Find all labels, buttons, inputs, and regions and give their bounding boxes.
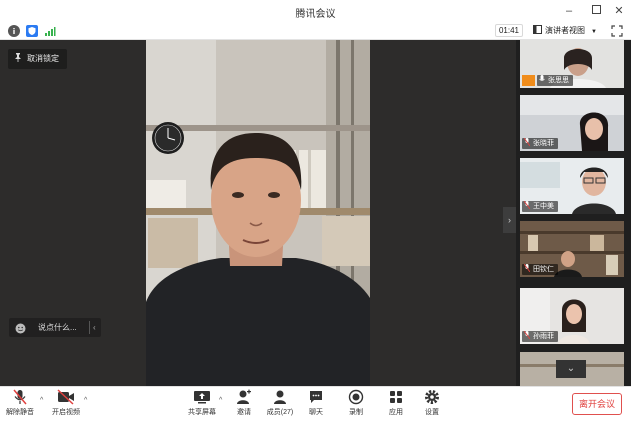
- chat-button[interactable]: 聊天: [296, 389, 336, 420]
- participant-tile[interactable]: 孙雨菲: [520, 288, 624, 344]
- view-mode-selector[interactable]: 演讲者视图 ▼: [533, 24, 603, 37]
- members-icon: [260, 389, 300, 405]
- network-signal-icon[interactable]: [44, 25, 56, 37]
- start-video-button[interactable]: 开启视频: [46, 389, 86, 420]
- microphone-muted-icon: [0, 389, 40, 405]
- add-user-icon: [224, 389, 264, 405]
- settings-button[interactable]: 设置: [412, 389, 452, 420]
- chevron-down-icon: ▼: [591, 29, 597, 35]
- close-icon[interactable]: ✕: [611, 3, 627, 19]
- layout-icon: [533, 25, 542, 34]
- scroll-down-button[interactable]: ⌄: [556, 360, 586, 378]
- camera-off-icon: [46, 389, 86, 405]
- participant-name-tag: 孙雨菲: [522, 330, 558, 342]
- apps-label: 应用: [389, 409, 403, 416]
- video-options-chevron-icon[interactable]: ^: [84, 397, 87, 404]
- title-bar: 腾讯会议 – ✕: [0, 0, 631, 22]
- participant-name-tag: 张思思: [537, 75, 573, 86]
- record-label: 录制: [349, 409, 363, 416]
- invite-button[interactable]: 邀请: [224, 389, 264, 420]
- meeting-info-bar: 01:41 演讲者视图 ▼: [0, 22, 631, 40]
- minimize-icon[interactable]: –: [561, 3, 577, 19]
- members-button[interactable]: 成员(27): [260, 389, 300, 420]
- gear-icon: [412, 389, 452, 405]
- share-screen-label: 共享屏幕: [188, 409, 216, 416]
- participant-tile[interactable]: 田钦仁: [520, 221, 624, 277]
- share-screen-icon: [182, 389, 222, 405]
- participant-name: 田钦仁: [533, 266, 554, 273]
- microphone-muted-icon: [523, 200, 531, 210]
- participant-tile[interactable]: 张晓菲: [520, 95, 624, 151]
- microphone-muted-icon: [523, 137, 531, 147]
- participant-tile[interactable]: 王中美: [520, 158, 624, 214]
- microphone-muted-icon: [523, 263, 531, 273]
- meeting-timer: 01:41: [495, 24, 523, 37]
- leave-meeting-button[interactable]: 离开会议: [572, 393, 622, 415]
- chevron-right-icon: ›: [508, 215, 511, 225]
- host-badge-icon: [522, 75, 535, 86]
- collapse-sidebar-button[interactable]: ›: [503, 207, 516, 233]
- record-icon: [336, 389, 376, 405]
- invite-label: 邀请: [237, 409, 251, 416]
- unmute-label: 解除静音: [6, 409, 34, 416]
- unpin-label: 取消锁定: [27, 54, 59, 63]
- pin-icon: [15, 53, 21, 62]
- info-icon[interactable]: [8, 25, 20, 37]
- meeting-toolbar: 解除静音 ^ 开启视频 ^ 共享屏幕 ^ 邀请 成员(27) 聊天 录制 应用 …: [0, 386, 631, 421]
- participant-name-tag: 张晓菲: [522, 137, 558, 149]
- participant-tile[interactable]: 张思思: [520, 40, 624, 88]
- microphone-icon: [539, 75, 545, 83]
- quick-chat-input[interactable]: 说点什么... ‹: [9, 318, 101, 337]
- unpin-button[interactable]: 取消锁定: [8, 49, 67, 69]
- fullscreen-icon[interactable]: [611, 25, 623, 37]
- speaker-video-frame: [146, 40, 370, 386]
- share-screen-button[interactable]: 共享屏幕: [182, 389, 222, 420]
- window-title: 腾讯会议: [295, 9, 336, 20]
- microphone-muted-icon: [523, 330, 531, 340]
- unmute-button[interactable]: 解除静音: [0, 389, 40, 420]
- chat-placeholder: 说点什么...: [38, 323, 77, 332]
- security-shield-icon[interactable]: [26, 25, 38, 37]
- chat-label: 聊天: [309, 409, 323, 416]
- chat-icon: [296, 389, 336, 405]
- apps-button[interactable]: 应用: [376, 389, 416, 420]
- start-video-label: 开启视频: [52, 409, 80, 416]
- share-options-chevron-icon[interactable]: ^: [219, 397, 222, 404]
- chevron-left-icon[interactable]: ‹: [93, 318, 96, 337]
- participant-name: 张思思: [548, 77, 569, 84]
- chat-divider: [89, 321, 90, 334]
- settings-label: 设置: [425, 409, 439, 416]
- participant-name-tag: 田钦仁: [522, 263, 558, 275]
- participant-name: 张晓菲: [533, 140, 554, 147]
- participant-name: 王中美: [533, 203, 554, 210]
- emoji-icon[interactable]: [15, 322, 26, 341]
- apps-grid-icon: [376, 389, 416, 405]
- speaker-video: [146, 40, 370, 386]
- participant-name: 孙雨菲: [533, 333, 554, 340]
- main-video-stage: 取消锁定 说点什么... ‹ ›: [0, 40, 516, 386]
- audio-options-chevron-icon[interactable]: ^: [40, 397, 43, 404]
- participant-name-tag: 王中美: [522, 200, 558, 212]
- chevron-down-icon: ⌄: [566, 363, 576, 374]
- participant-list[interactable]: 张思思 张晓菲 王中美 田钦仁 孙雨菲 ⌄: [516, 40, 631, 386]
- view-mode-label: 演讲者视图: [545, 26, 585, 35]
- maximize-icon[interactable]: [588, 3, 604, 19]
- members-label: 成员(27): [266, 409, 294, 416]
- record-button[interactable]: 录制: [336, 389, 376, 420]
